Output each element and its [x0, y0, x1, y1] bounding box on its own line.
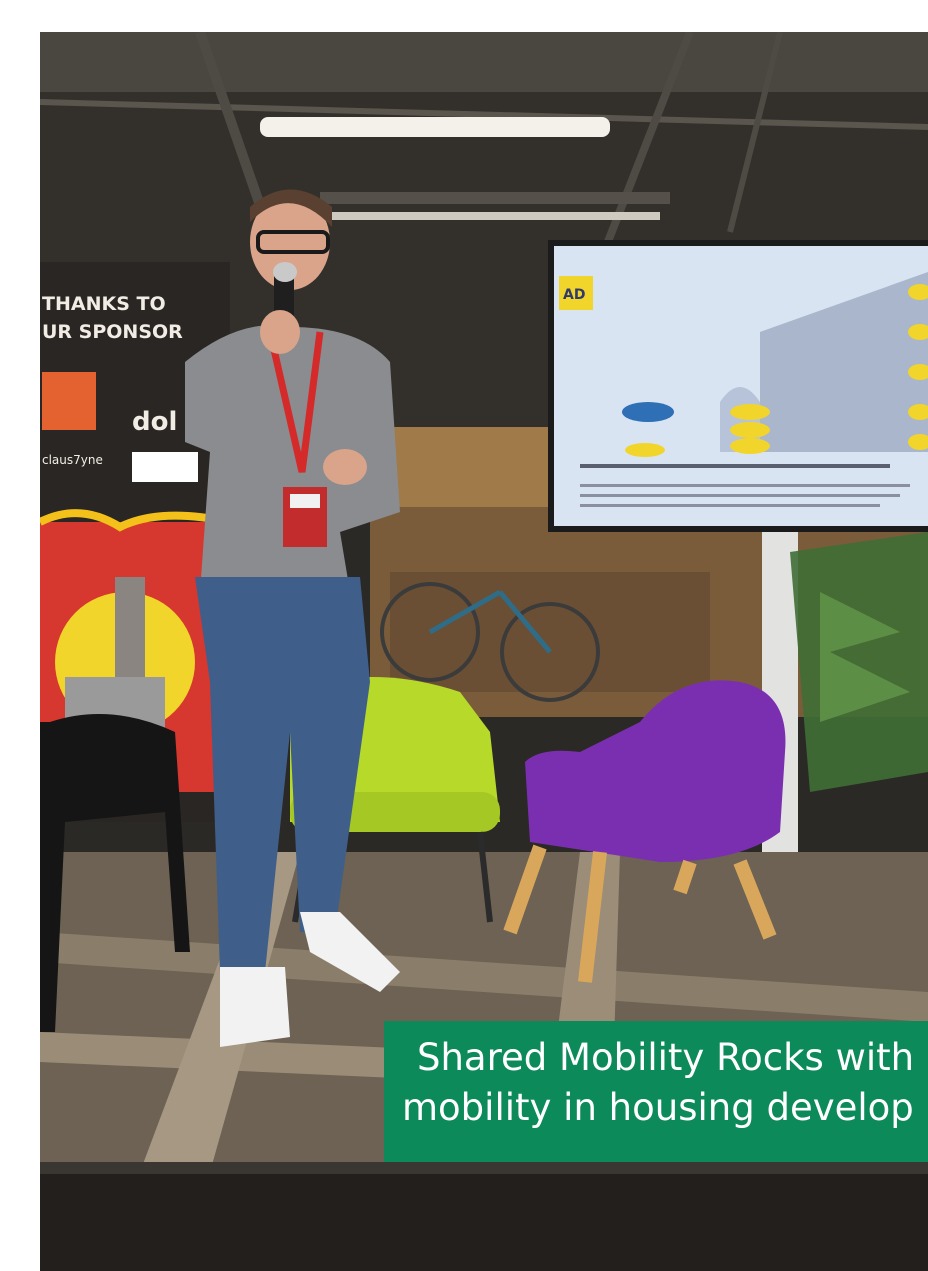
presentation-screen: AD [548, 240, 928, 532]
caption-line-1: Shared Mobility Rocks with [417, 1036, 915, 1079]
caption-banner: Shared Mobility Rocks with mobility in h… [384, 1021, 928, 1162]
caption-line-2: mobility in housing develop [402, 1086, 914, 1129]
slide-logo: AD [563, 287, 585, 303]
banner-line-2: UR SPONSOR [42, 321, 183, 343]
banner-logo-text: dol [132, 407, 177, 437]
sponsor-logo [42, 372, 96, 430]
sponsor-small-text: claus7yne [42, 453, 103, 467]
banner-line-1: THANKS TO [42, 293, 166, 315]
